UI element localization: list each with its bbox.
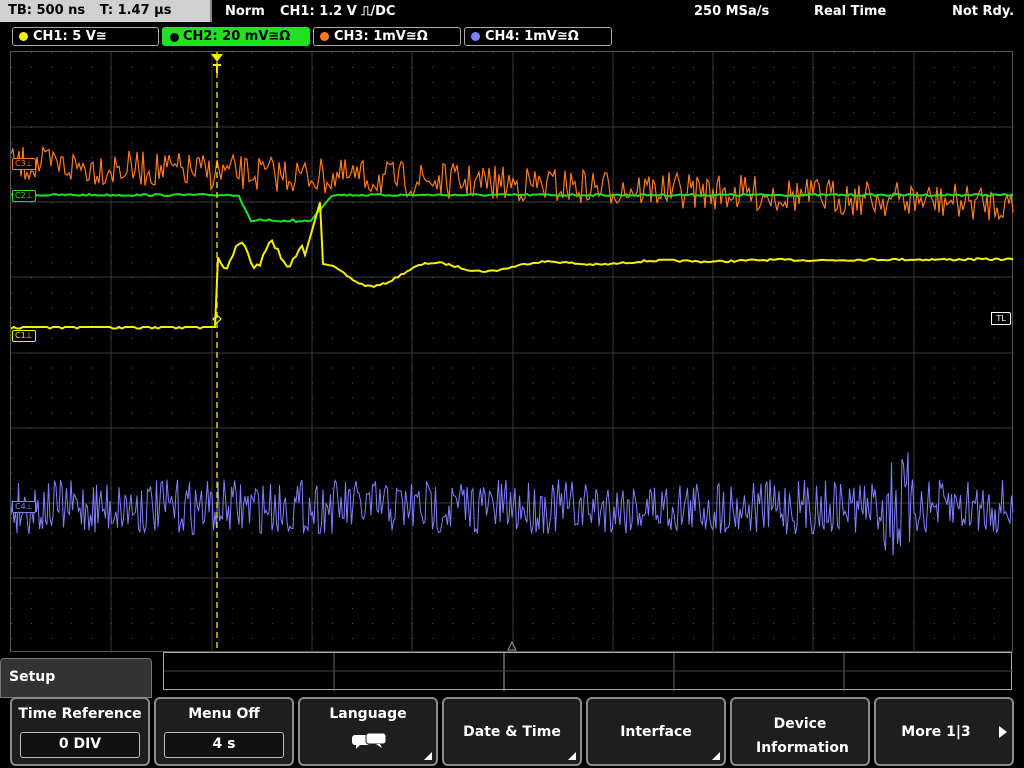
trigger-level-marker[interactable]: TL (991, 312, 1011, 325)
channel-tab-ch2[interactable]: CH2: 20 mV≅Ω (162, 27, 310, 46)
menu-title: Setup (0, 658, 152, 698)
next-page-arrow-icon (999, 726, 1007, 738)
speech-bubbles-icon (352, 732, 387, 749)
menu-off-value: 4 s (164, 732, 284, 758)
acquisition-mode: Real Time (814, 4, 887, 19)
timeline-divisions (164, 653, 1013, 691)
ch1-trace (11, 202, 1014, 330)
date-time-softkey[interactable]: Date & Time (442, 697, 582, 766)
ch4-offset-marker[interactable]: C4⊥ (12, 501, 36, 513)
trigger-time-value: T: 1.47 µs (99, 3, 172, 18)
device-information-softkey[interactable]: Device Information (730, 697, 870, 766)
submenu-indicator-icon (424, 752, 432, 760)
ch2-offset-marker[interactable]: C2⊥ (12, 190, 36, 202)
ch1-offset-marker[interactable]: C1⊥ (12, 330, 36, 342)
time-reference-marker-icon (507, 640, 517, 651)
language-softkey[interactable]: Language (298, 697, 438, 766)
ch3-offset-marker[interactable]: C3⊥ (12, 158, 36, 170)
timebase-value: TB: 500 ns (8, 3, 86, 18)
ch2-color-dot (169, 32, 180, 43)
ch3-color-dot (320, 32, 329, 41)
ch3-trace (11, 145, 1014, 221)
time-reference-label: Time Reference (18, 706, 142, 722)
ch1-color-dot (19, 32, 28, 41)
more-label: More 1|3 (901, 724, 971, 740)
trigger-marker-icon[interactable] (211, 54, 223, 74)
channel-tab-ch4[interactable]: CH4: 1mV≅Ω (464, 27, 612, 46)
ch4-trace (11, 452, 1014, 556)
ch4-label: CH4: 1mV≅Ω (485, 29, 579, 44)
submenu-indicator-icon (568, 752, 576, 760)
waveform-canvas (11, 52, 1014, 653)
time-reference-softkey[interactable]: Time Reference 0 DIV (10, 697, 150, 766)
ch1-label: CH1: 5 V≅ (33, 29, 107, 44)
date-time-label: Date & Time (463, 724, 561, 740)
ch2-label: CH2: 20 mV≅Ω (183, 29, 291, 44)
time-reference-value: 0 DIV (20, 732, 140, 758)
channel-tab-ch1[interactable]: CH1: 5 V≅ (12, 27, 159, 46)
ch3-label: CH3: 1mV≅Ω (334, 29, 428, 44)
interface-softkey[interactable]: Interface (586, 697, 726, 766)
graticule (11, 52, 1014, 653)
trigger-mode[interactable]: Norm (225, 0, 265, 24)
more-softkey[interactable]: More 1|3 (874, 697, 1014, 766)
timebase-box[interactable]: TB: 500 ns T: 1.47 µs (0, 0, 212, 22)
menu-off-softkey[interactable]: Menu Off 4 s (154, 697, 294, 766)
channel-tab-ch3[interactable]: CH3: 1mV≅Ω (313, 27, 461, 46)
menu-off-label: Menu Off (188, 706, 260, 722)
graticule-dots (11, 52, 995, 639)
sample-rate: 250 MSa/s (694, 4, 770, 19)
interface-label: Interface (620, 724, 692, 740)
record-timeline[interactable] (163, 652, 1013, 691)
submenu-indicator-icon (712, 752, 720, 760)
language-label: Language (329, 706, 407, 722)
ch4-color-dot (471, 32, 480, 41)
channel-tabs: CH1: 5 V≅ CH2: 20 mV≅Ω CH3: 1mV≅Ω CH4: 1… (0, 26, 1024, 48)
trigger-status: Not Rdy. (952, 4, 1015, 19)
status-bar: TB: 500 ns T: 1.47 µs Norm CH1: 1.2 V ⎍/… (0, 0, 1024, 24)
waveform-display[interactable] (10, 51, 1014, 653)
device-information-label: Device Information (756, 716, 849, 756)
trigger-source[interactable]: CH1: 1.2 V ⎍/DC (280, 0, 396, 24)
